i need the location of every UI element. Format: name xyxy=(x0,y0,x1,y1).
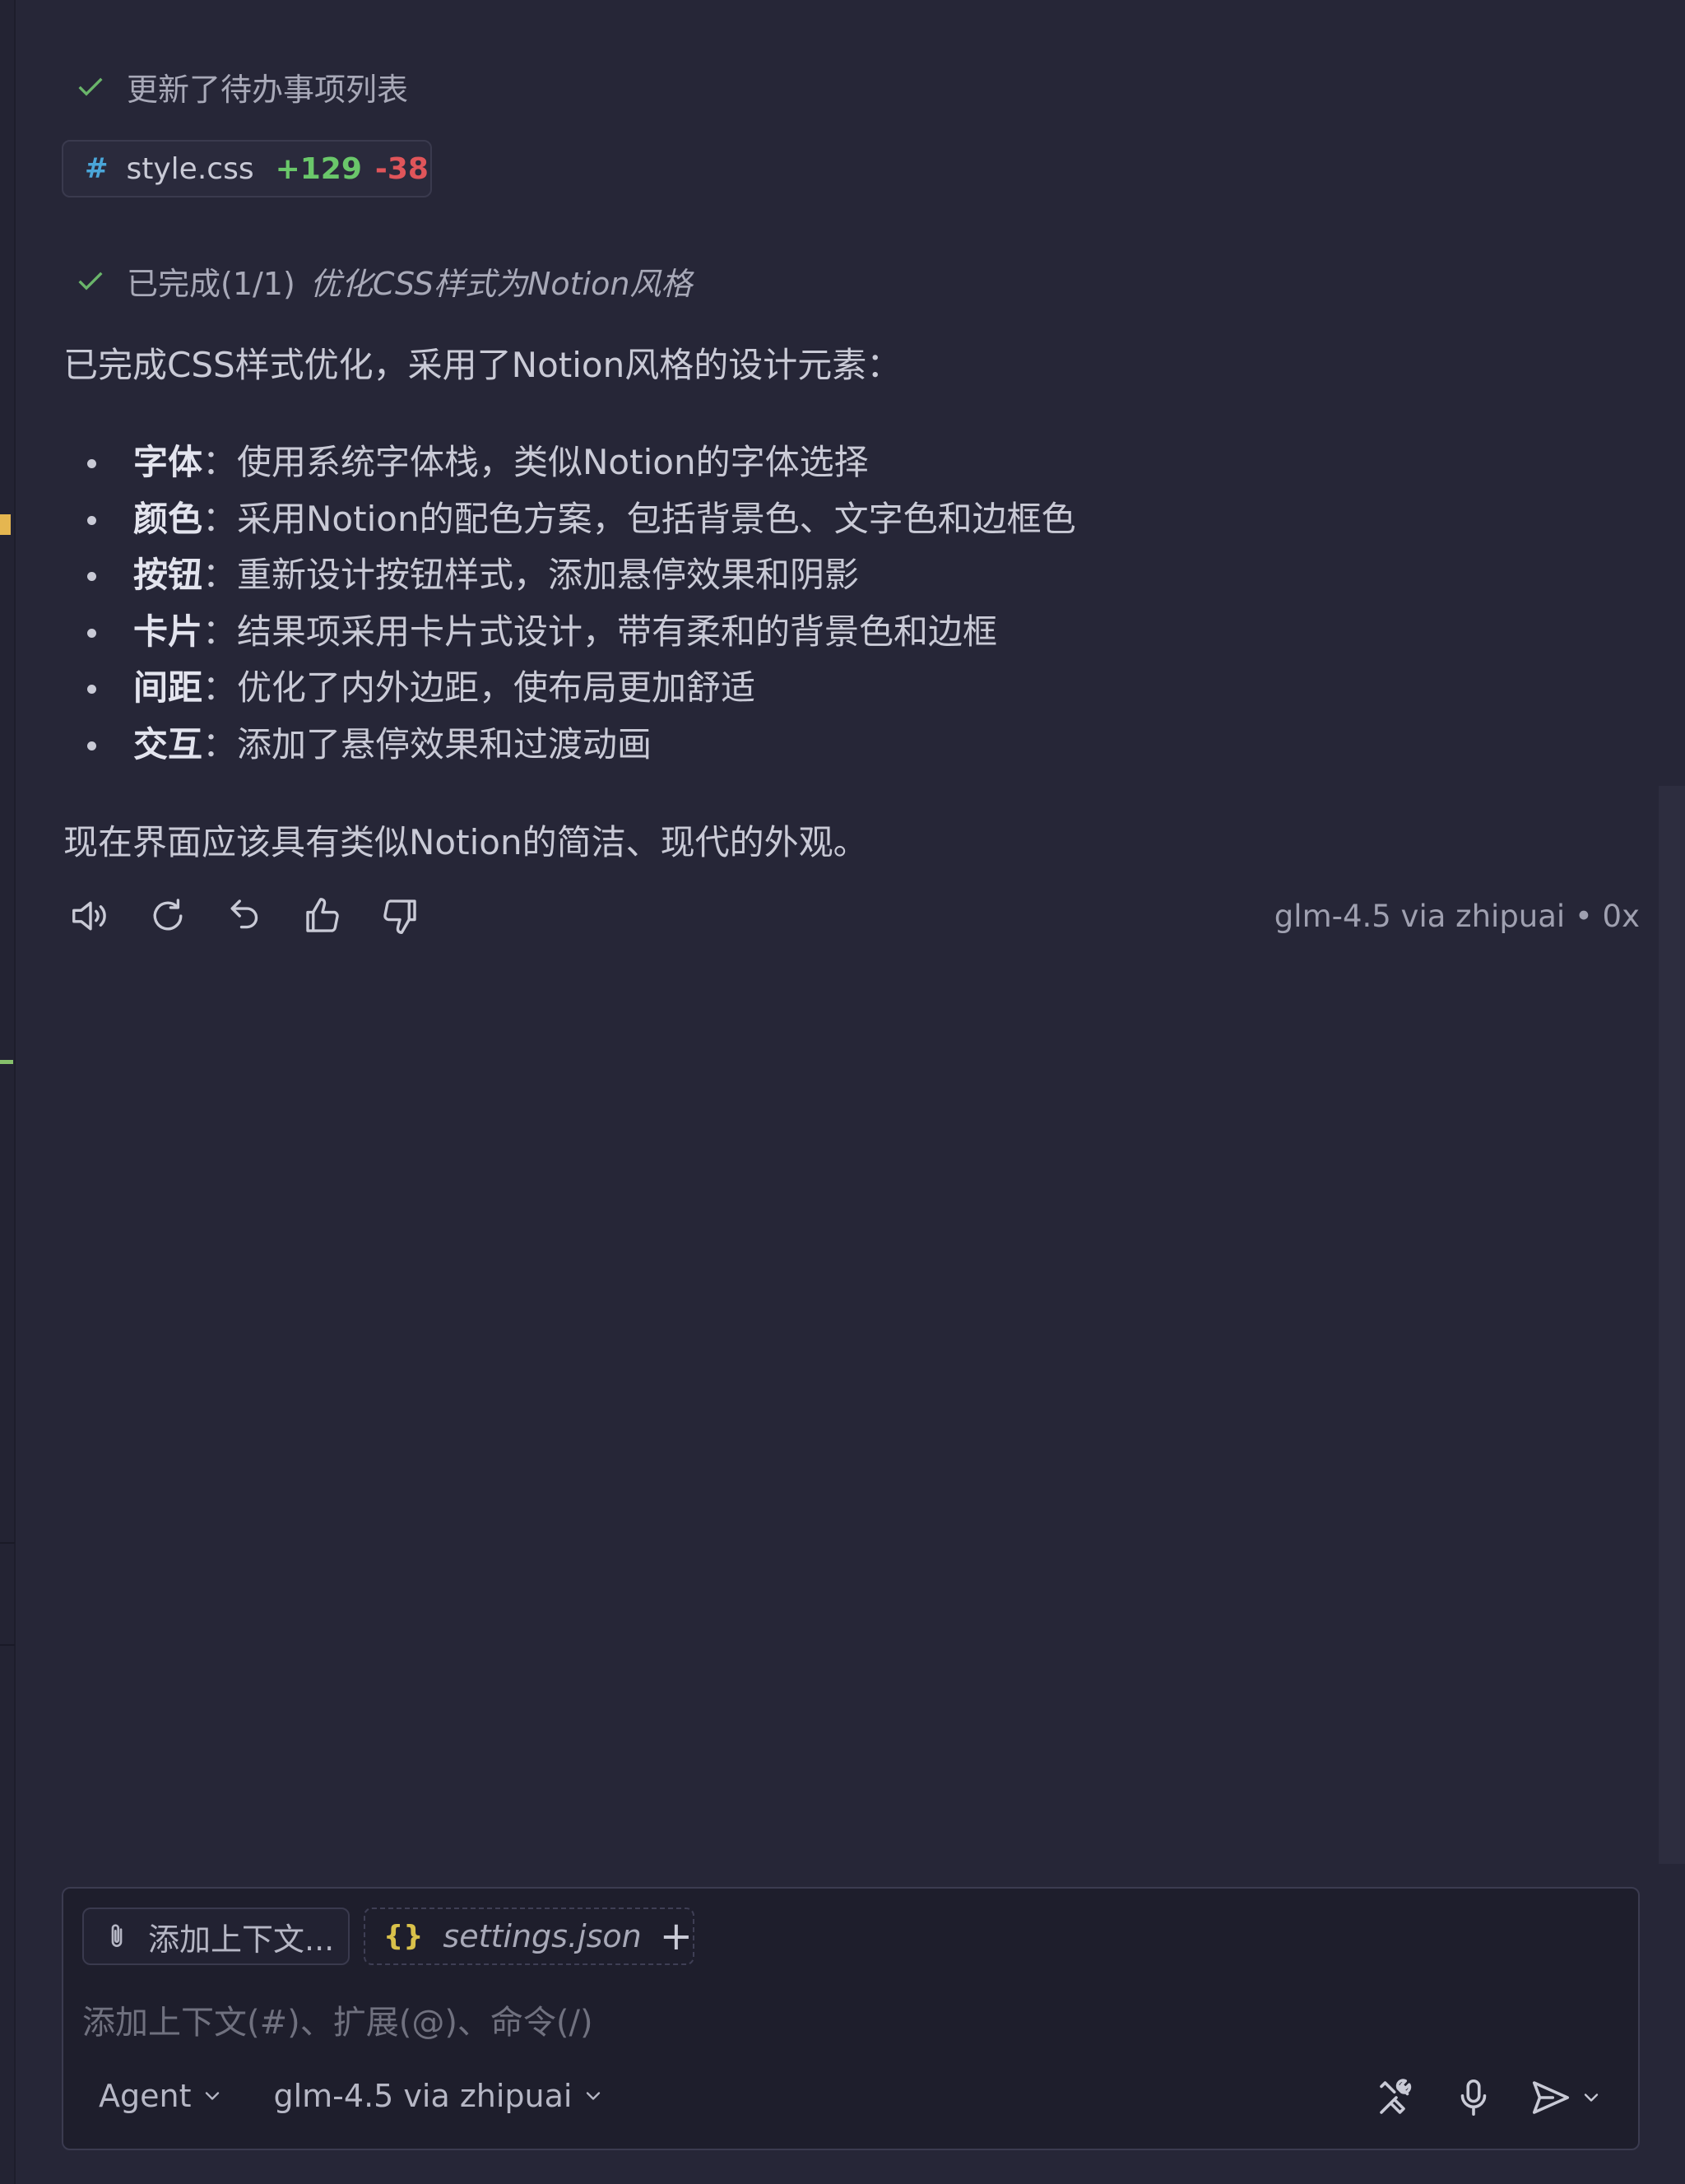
retry-icon[interactable] xyxy=(145,893,191,939)
list-item-term: 卡片 xyxy=(133,611,203,652)
chat-input[interactable]: 添加上下文(#)、扩展(@)、命令(/) xyxy=(82,1996,593,2043)
list-item-text: ：重新设计按钮样式，添加悬停效果和阴影 xyxy=(202,555,860,595)
list-item-term: 字体 xyxy=(133,442,203,482)
list-item: 卡片：结果项采用卡片式设计，带有柔和的背景色和边框 xyxy=(74,604,1076,661)
settings-chip-label: settings.json xyxy=(443,1918,642,1954)
json-file-icon: {} xyxy=(383,1920,424,1953)
chevron-down-icon xyxy=(206,2092,220,2100)
list-item: 间距：优化了内外边距，使布局更加舒适 xyxy=(74,660,1076,717)
list-item-text: ：采用Notion的配色方案，包括背景色、文字色和边框色 xyxy=(202,498,1076,539)
gutter-divider xyxy=(0,1644,15,1646)
message-conclusion: 现在界面应该具有类似Notion的简洁、现代的外观。 xyxy=(63,822,868,862)
add-chip-icon[interactable]: + xyxy=(660,1913,693,1959)
css-file-icon: # xyxy=(85,152,109,185)
message-actions xyxy=(67,893,423,939)
list-item-term: 按钮 xyxy=(133,555,203,595)
model-label: glm-4.5 via zhipuai xyxy=(273,2078,573,2114)
list-item: 按钮：重新设计按钮样式，添加悬停效果和阴影 xyxy=(74,547,1076,604)
add-context-label: 添加上下文... xyxy=(148,1921,335,1958)
list-item: 交互：添加了悬停效果和过渡动画 xyxy=(74,717,1076,774)
gutter-change-marker xyxy=(0,514,11,535)
message-intro: 已完成CSS样式优化，采用了Notion风格的设计元素： xyxy=(63,345,902,385)
add-context-button[interactable]: 添加上下文... xyxy=(82,1908,350,1965)
gutter-add-marker xyxy=(0,1060,13,1064)
chevron-down-icon[interactable] xyxy=(1580,2086,1603,2109)
feature-list: 字体：使用系统字体栈，类似Notion的字体选择 颜色：采用Notion的配色方… xyxy=(74,434,1076,773)
step-completed-prefix: 已完成(1/1) xyxy=(127,265,295,302)
send-icon xyxy=(1532,2081,1570,2114)
send-button[interactable] xyxy=(1529,2075,1603,2120)
lines-removed: -38 xyxy=(374,151,429,186)
list-item-text: ：添加了悬停效果和过渡动画 xyxy=(202,723,652,764)
list-item: 字体：使用系统字体栈，类似Notion的字体选择 xyxy=(74,434,1076,491)
mode-label: Agent xyxy=(99,2078,192,2114)
step-completed-task: 优化CSS样式为Notion风格 xyxy=(309,265,693,302)
thumbs-down-icon[interactable] xyxy=(377,893,423,939)
tools-icon[interactable] xyxy=(1374,2075,1418,2120)
left-gutter xyxy=(0,0,16,2184)
file-change-chip[interactable]: # style.css +129 -38 xyxy=(62,140,432,197)
list-item-term: 交互 xyxy=(133,723,203,764)
check-icon xyxy=(78,77,103,96)
undo-icon[interactable] xyxy=(222,893,268,939)
composer-options: Agent glm-4.5 via zhipuai xyxy=(99,2078,654,2114)
check-icon xyxy=(78,272,103,290)
step-todo-updated: 更新了待办事项列表 xyxy=(74,62,408,111)
settings-json-chip[interactable]: {} settings.json + xyxy=(364,1908,694,1965)
list-item-text: ：优化了内外边距，使布局更加舒适 xyxy=(202,667,756,708)
composer-tools xyxy=(1374,2075,1603,2120)
file-name: style.css xyxy=(126,151,254,186)
list-item-term: 颜色 xyxy=(133,498,203,539)
paperclip-icon xyxy=(111,1924,123,1947)
microphone-icon[interactable] xyxy=(1451,2075,1496,2120)
speaker-icon[interactable] xyxy=(67,893,114,939)
thumbs-up-icon[interactable] xyxy=(299,893,346,939)
model-info: glm-4.5 via zhipuai • 0x xyxy=(1274,899,1640,934)
list-item-text: ：结果项采用卡片式设计，带有柔和的背景色和边框 xyxy=(202,611,998,652)
gutter-divider xyxy=(0,1542,15,1544)
list-item-term: 间距 xyxy=(133,667,203,708)
list-item-text: ：使用系统字体栈，类似Notion的字体选择 xyxy=(202,442,869,482)
scrollbar[interactable] xyxy=(1659,786,1685,1864)
lines-added: +129 xyxy=(275,151,362,186)
list-item: 颜色：采用Notion的配色方案，包括背景色、文字色和边框色 xyxy=(74,491,1076,548)
mode-dropdown[interactable]: Agent xyxy=(99,2078,224,2114)
step-label: 更新了待办事项列表 xyxy=(127,71,409,108)
chevron-down-icon xyxy=(587,2092,601,2100)
step-completed: 已完成(1/1) 优化CSS样式为Notion风格 xyxy=(74,256,692,305)
model-dropdown[interactable]: glm-4.5 via zhipuai xyxy=(273,2078,605,2114)
